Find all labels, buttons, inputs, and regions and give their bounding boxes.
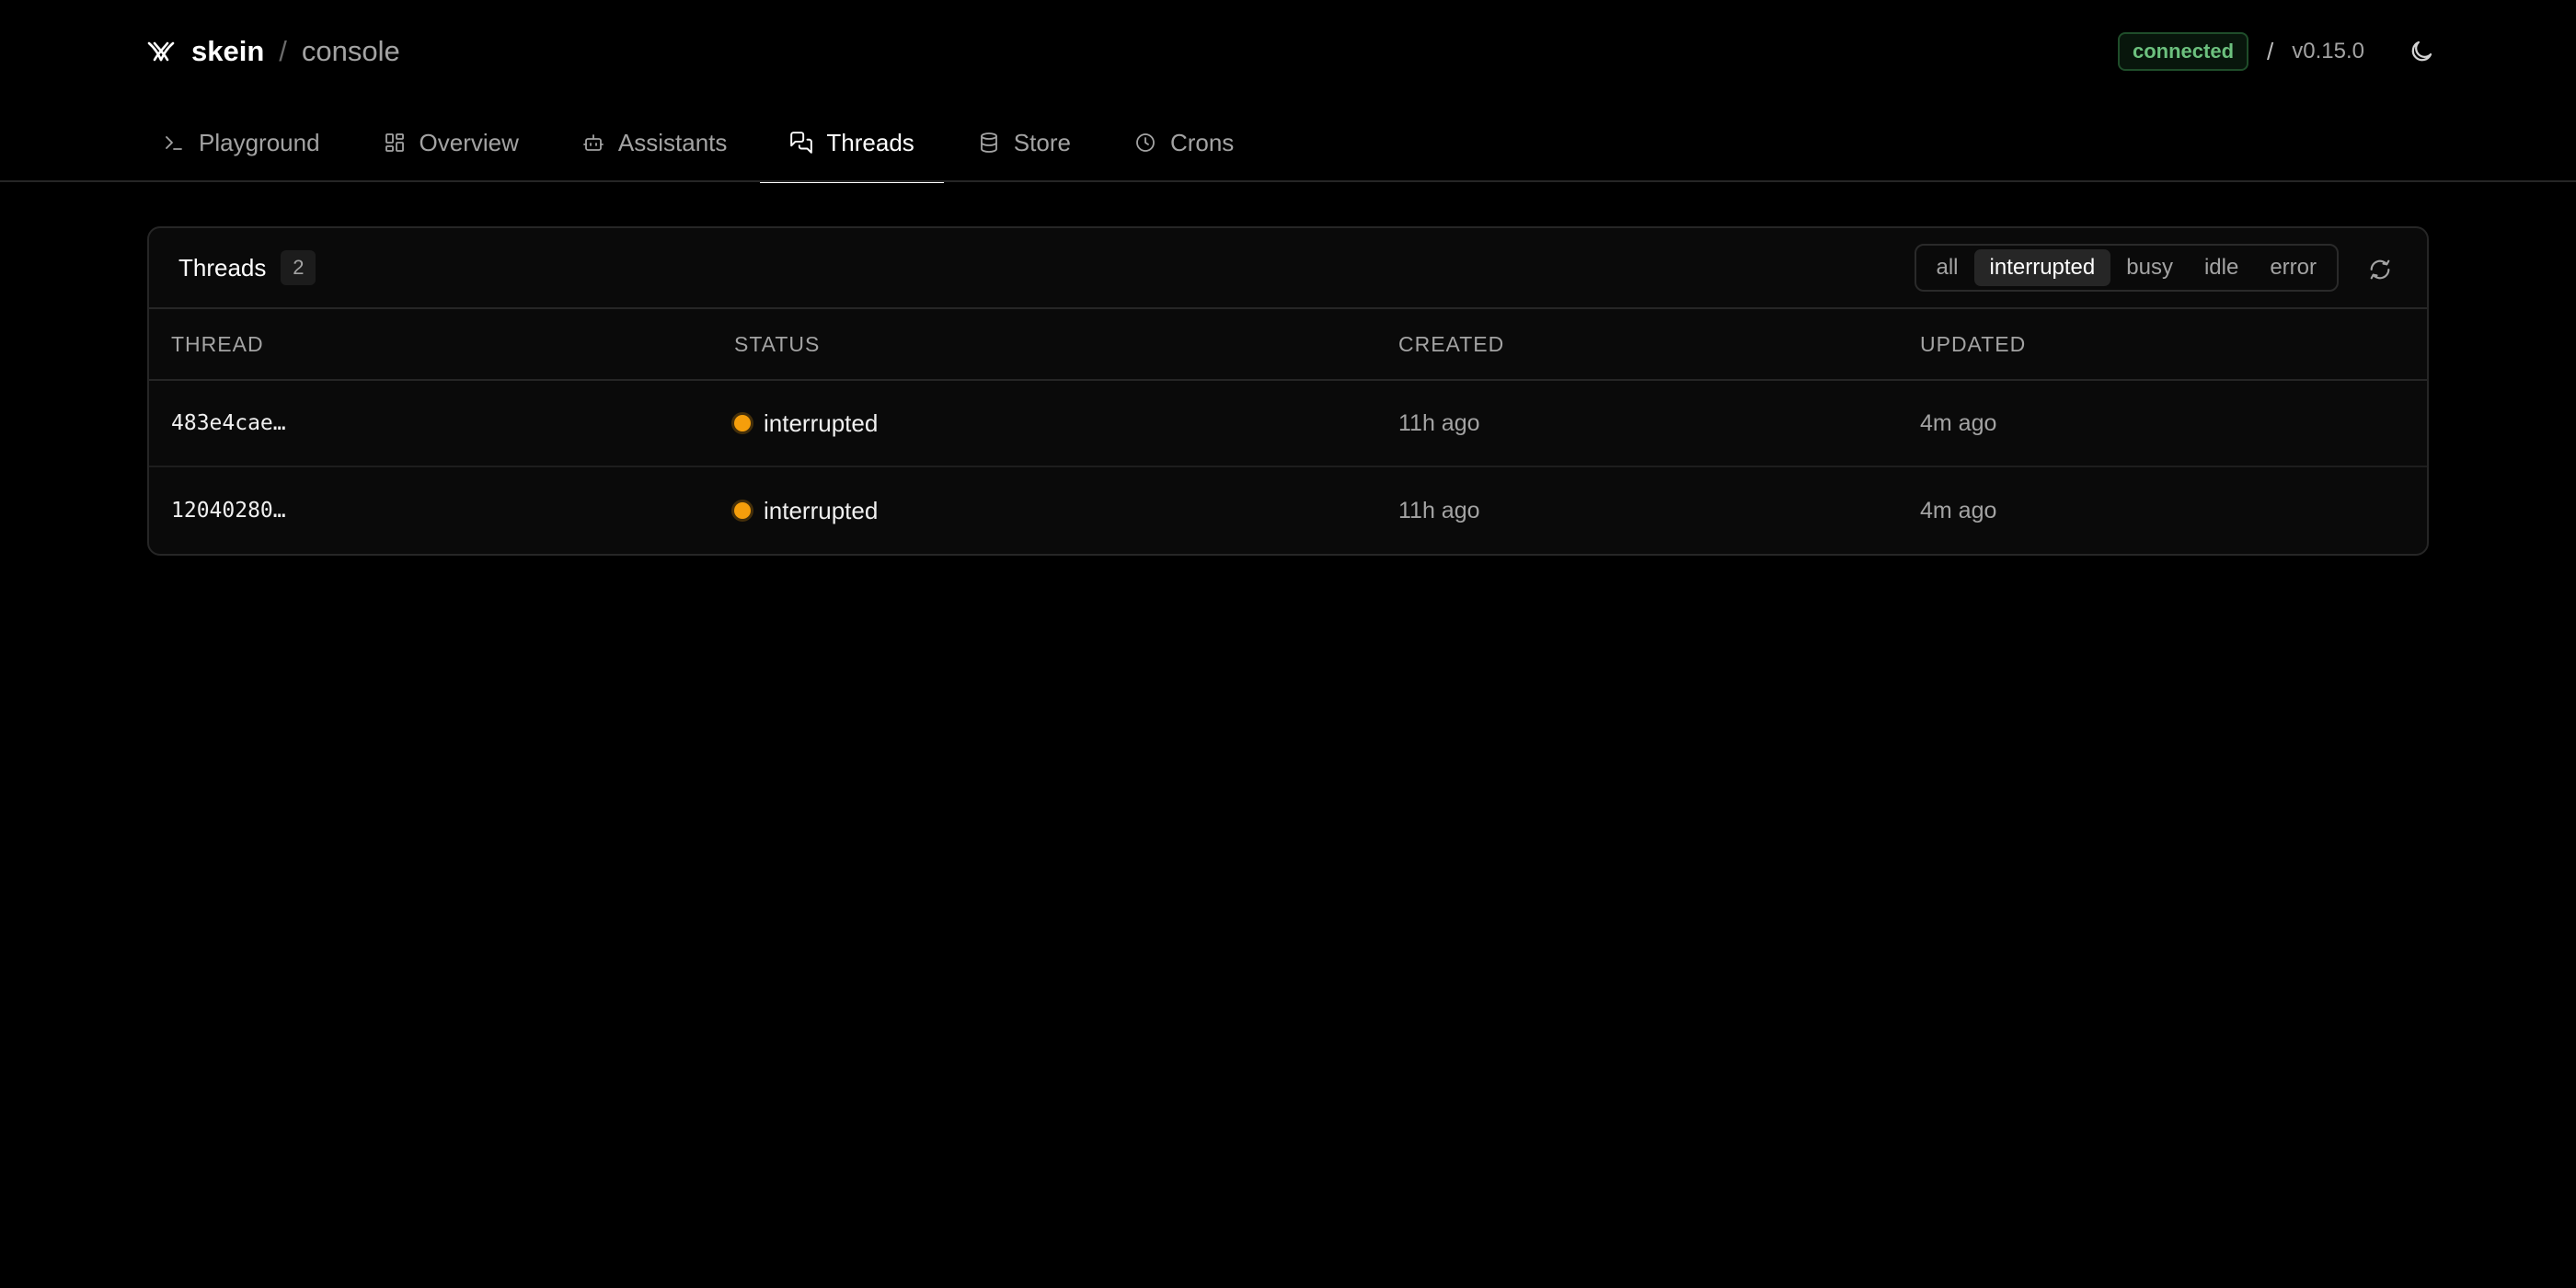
refresh-icon [2370, 259, 2390, 280]
panel-header: Threads 2 all interrupted busy idle erro… [149, 228, 2427, 309]
nav-divider [0, 180, 2576, 182]
created-time: 11h ago [1398, 497, 1480, 523]
updated-time: 4m ago [1920, 497, 1997, 523]
brand[interactable]: skein / console [147, 31, 400, 72]
tab-store[interactable]: Store [948, 103, 1100, 182]
main-nav: Playground Overview Assistants Threads S… [147, 103, 1267, 183]
tab-assistants[interactable]: Assistants [552, 103, 757, 182]
version-label: v0.15.0 [2292, 39, 2364, 63]
column-header-created[interactable]: CREATED [1398, 332, 1504, 357]
status-label: interrupted [764, 496, 879, 524]
thread-count-badge: 2 [281, 250, 316, 285]
status-dot-icon [734, 415, 751, 431]
thread-id[interactable]: 12040280… [171, 499, 286, 523]
thread-id[interactable]: 483e4cae… [171, 411, 286, 435]
table-row[interactable]: 483e4cae… interrupted 11h ago 4m ago [149, 381, 2427, 467]
thread-status: interrupted [734, 497, 878, 525]
dashboard-icon [383, 131, 407, 155]
tab-label: Playground [199, 128, 320, 156]
brand-subtitle: console [301, 35, 400, 67]
status-separator: / [2267, 37, 2274, 65]
status-area: connected / v0.15.0 [2118, 32, 2432, 71]
filter-busy[interactable]: busy [2110, 249, 2189, 286]
top-bar: skein / console connected / v0.15.0 [0, 0, 2576, 103]
theme-toggle-button[interactable] [2401, 31, 2442, 72]
database-icon [977, 131, 1001, 155]
threads-panel: Threads 2 all interrupted busy idle erro… [147, 226, 2429, 556]
status-label: interrupted [764, 408, 879, 437]
tab-crons[interactable]: Crons [1104, 103, 1263, 182]
filter-idle[interactable]: idle [2189, 249, 2254, 286]
updated-time: 4m ago [1920, 409, 1997, 436]
refresh-button[interactable] [2363, 252, 2398, 287]
created-time: 11h ago [1398, 409, 1480, 436]
status-dot-icon [734, 502, 751, 519]
tab-label: Overview [419, 128, 519, 156]
connection-status-badge: connected [2118, 32, 2249, 71]
tab-label: Threads [826, 128, 914, 156]
terminal-icon [162, 131, 186, 155]
panel-title: Threads [178, 253, 267, 282]
table-row[interactable]: 12040280… interrupted 11h ago 4m ago [149, 467, 2427, 554]
table-header: THREAD STATUS CREATED UPDATED [149, 309, 2427, 381]
column-header-status[interactable]: STATUS [734, 332, 820, 357]
skein-logo-icon [147, 39, 177, 64]
column-header-updated[interactable]: UPDATED [1920, 332, 2026, 357]
tab-playground[interactable]: Playground [147, 103, 350, 182]
filter-error[interactable]: error [2254, 249, 2332, 286]
tab-label: Store [1013, 128, 1071, 156]
tab-label: Assistants [617, 128, 728, 156]
tab-threads[interactable]: Threads [760, 103, 945, 183]
tab-overview[interactable]: Overview [353, 103, 548, 182]
moon-icon [2411, 40, 2432, 62]
threads-table: THREAD STATUS CREATED UPDATED 483e4cae… … [149, 309, 2427, 554]
thread-status: interrupted [734, 409, 878, 438]
clock-icon [1133, 131, 1157, 155]
bot-icon [581, 131, 605, 155]
brand-separator: / [279, 35, 287, 67]
filter-all[interactable]: all [1921, 249, 1974, 286]
brand-name: skein [191, 35, 265, 67]
filter-interrupted[interactable]: interrupted [1973, 249, 2111, 286]
tab-label: Crons [1169, 128, 1235, 156]
chat-bubbles-icon [789, 131, 813, 155]
status-filter-group: all interrupted busy idle error [1914, 244, 2339, 292]
column-header-thread[interactable]: THREAD [171, 332, 264, 357]
